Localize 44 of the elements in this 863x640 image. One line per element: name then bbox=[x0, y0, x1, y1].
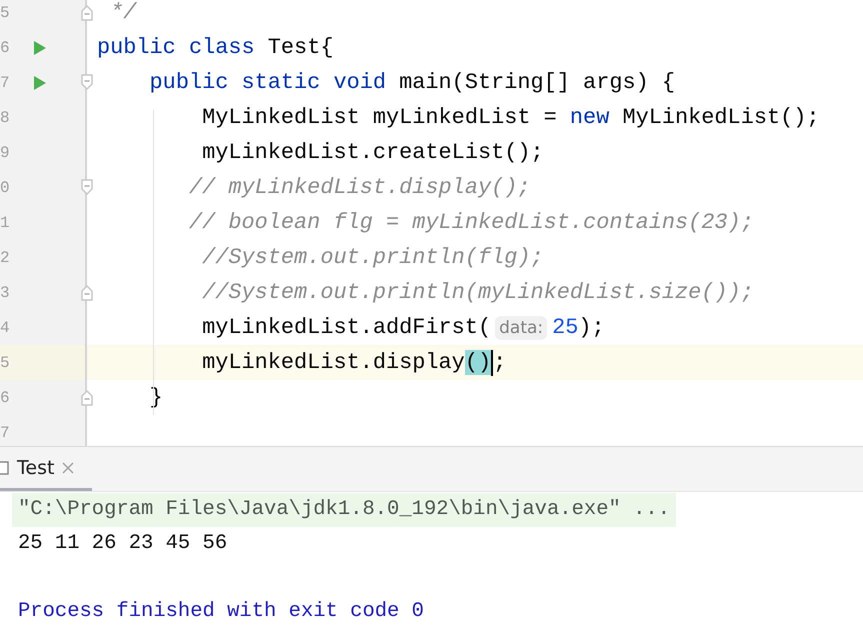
fold-icon[interactable] bbox=[80, 74, 94, 91]
run-icon[interactable] bbox=[33, 40, 47, 56]
exit-message: Process finished with exit code 0 bbox=[17, 599, 425, 625]
run-icon[interactable] bbox=[33, 75, 47, 91]
line-number: 8 bbox=[0, 108, 11, 126]
line-number: 3 bbox=[0, 284, 11, 302]
close-icon[interactable] bbox=[62, 462, 74, 474]
fold-icon[interactable] bbox=[80, 389, 94, 406]
code-text: myLinkedList.createList(); bbox=[201, 140, 544, 165]
code-text: MyLinkedList myLinkedList = bbox=[201, 105, 558, 130]
code-text: main(String[] args) { bbox=[399, 70, 676, 95]
fold-icon[interactable] bbox=[80, 284, 94, 301]
code-text: myLinkedList.display bbox=[201, 350, 465, 375]
code-comment: */ bbox=[109, 0, 136, 25]
fold-icon[interactable] bbox=[80, 179, 94, 196]
code-text: ); bbox=[578, 315, 605, 340]
code-text: () bbox=[464, 350, 492, 375]
code-comment: //System.out.println(flg); bbox=[201, 245, 544, 270]
line-number: 0 bbox=[0, 178, 11, 196]
code-comment: // boolean flg = myLinkedList.contains(23); bbox=[188, 210, 754, 235]
line-number: 6 bbox=[0, 388, 11, 406]
code-text: 25 bbox=[552, 315, 578, 340]
text-cursor bbox=[491, 350, 494, 376]
code-text: myLinkedList.addFirst( bbox=[201, 315, 492, 340]
line-number: 9 bbox=[0, 144, 11, 162]
code-text: public class bbox=[97, 35, 256, 60]
code-comment: //System.out.println(myLinkedList.size()); bbox=[201, 280, 754, 305]
fold-icon[interactable] bbox=[80, 4, 94, 21]
code-text: MyLinkedList(); bbox=[622, 105, 820, 130]
code-text: public static void bbox=[148, 70, 388, 95]
line-number: 4 bbox=[0, 318, 11, 336]
line-number: 7 bbox=[0, 74, 11, 92]
line-number: 1 bbox=[0, 214, 11, 232]
code-comment: // myLinkedList.display(); bbox=[188, 175, 531, 200]
code-text: new bbox=[570, 105, 610, 130]
line-number: 5 bbox=[0, 4, 11, 22]
code-text: ; bbox=[493, 350, 506, 375]
line-number: 6 bbox=[0, 38, 11, 56]
code-text: Test{ bbox=[268, 35, 334, 60]
line-number: 7 bbox=[0, 424, 11, 442]
parameter-hint: data: bbox=[495, 316, 548, 340]
line-number: 2 bbox=[0, 248, 11, 266]
program-output: 25 11 26 23 45 56 bbox=[17, 531, 228, 557]
line-number: 5 bbox=[0, 354, 11, 372]
